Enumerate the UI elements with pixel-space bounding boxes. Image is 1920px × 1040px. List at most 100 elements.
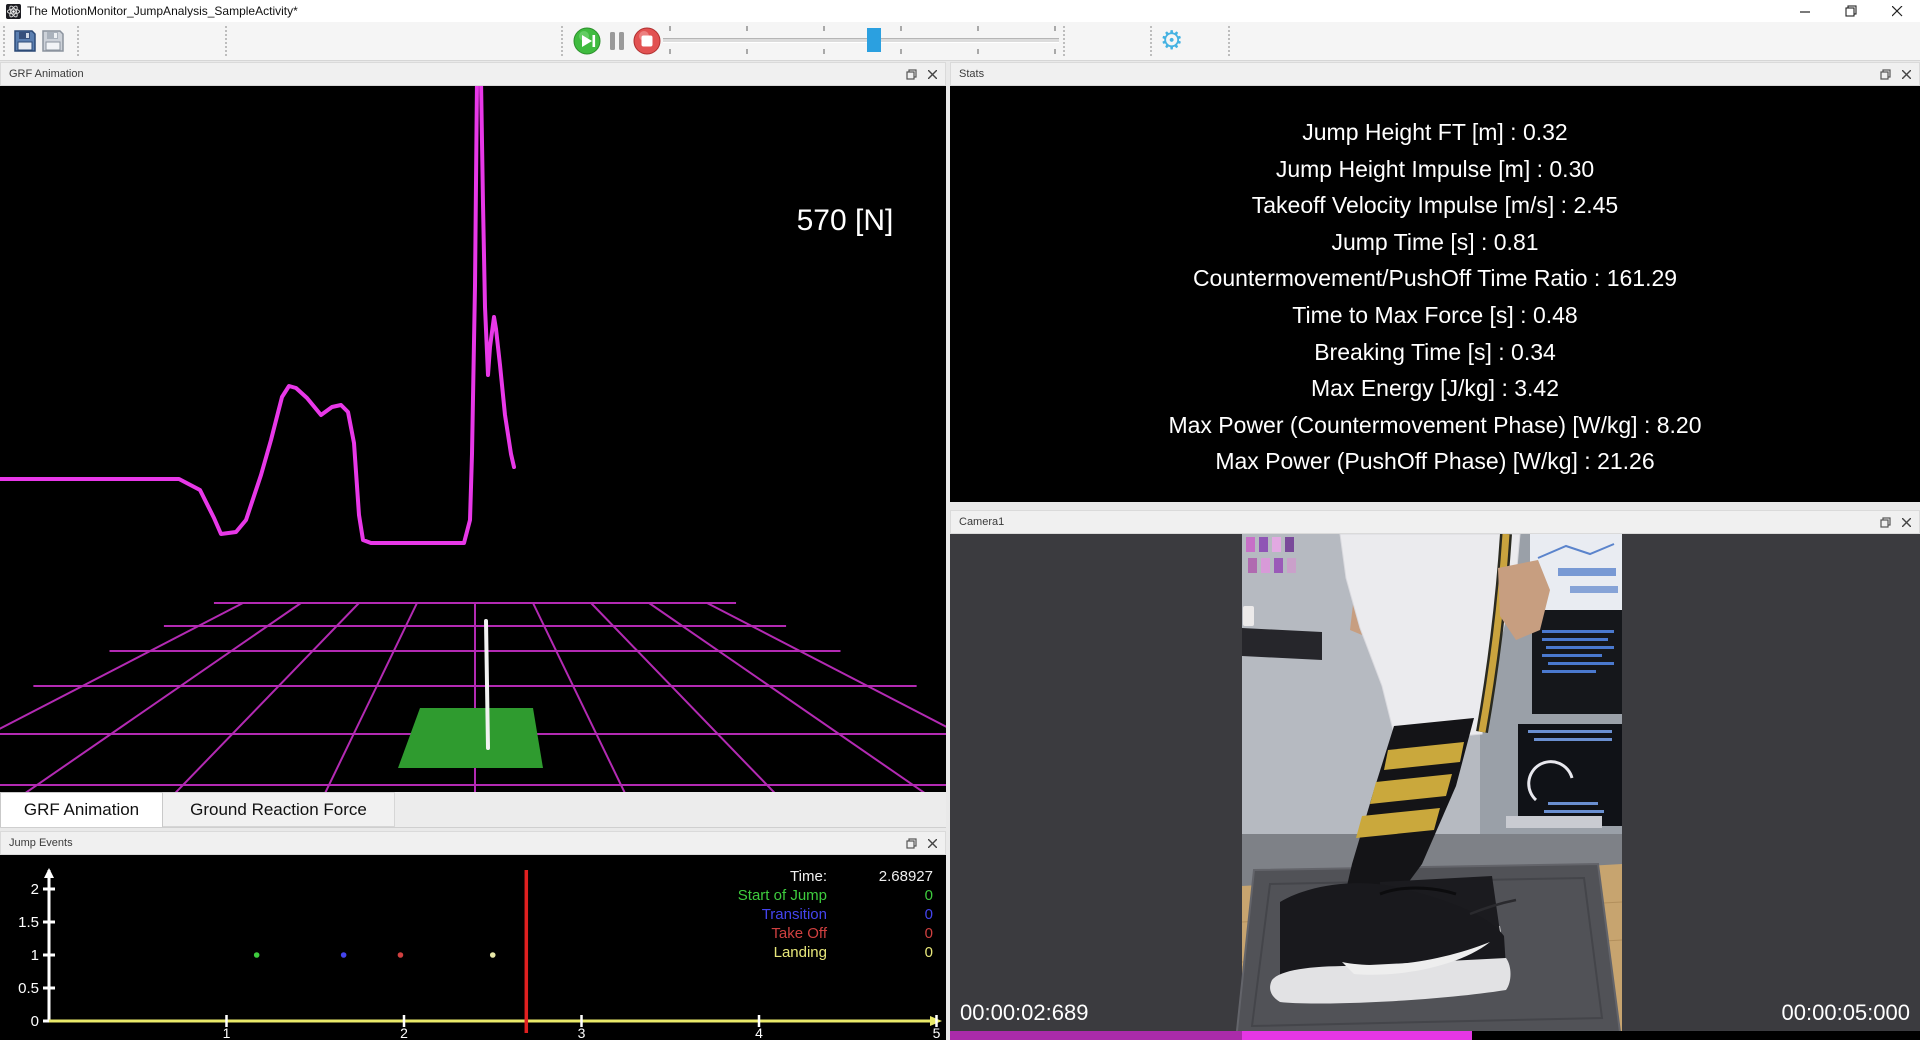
stats-line: Max Power (Countermovement Phase) [W/kg]… — [950, 407, 1920, 444]
toolbar-separator — [3, 26, 5, 56]
float-pane-icon[interactable] — [1879, 68, 1892, 81]
stats-panel-title: Stats — [959, 68, 984, 80]
jump-event-legend-row: Take Off0 — [738, 924, 933, 943]
pause-button[interactable] — [606, 30, 628, 52]
jump-events-legend: Time: 2.68927 Start of Jump0Transition0T… — [738, 867, 933, 962]
stats-line: Jump Height FT [m] : 0.32 — [950, 114, 1920, 151]
slider-tick — [900, 26, 902, 31]
svg-text:0.5: 0.5 — [18, 980, 39, 997]
toolbar: ⚙ — [0, 22, 1920, 61]
save-button[interactable] — [12, 28, 38, 54]
progress-segment — [1242, 1031, 1472, 1040]
grf-3d-view: 570 [N] — [0, 86, 946, 792]
slider-tick — [823, 26, 825, 31]
toolbar-separator — [1150, 26, 1152, 56]
svg-text:1: 1 — [223, 1025, 231, 1040]
slider-tick — [746, 26, 748, 31]
stats-line: Jump Time [s] : 0.81 — [950, 224, 1920, 261]
banner-base — [1506, 816, 1602, 828]
stats-line: Countermovement/PushOff Time Ratio : 161… — [950, 260, 1920, 297]
stats-panel-header: Stats — [950, 62, 1920, 86]
play-button[interactable] — [573, 27, 601, 55]
timeline-slider-track[interactable] — [663, 38, 1059, 43]
camera-view: 00:00:02:689 00:00:05:000 — [950, 534, 1920, 1040]
camera-video-frame — [950, 534, 1920, 1040]
svg-text:0: 0 — [31, 1013, 39, 1030]
table-edge — [1242, 628, 1322, 660]
slider-tick — [977, 49, 979, 54]
stats-list: Jump Height FT [m] : 0.32Jump Height Imp… — [950, 86, 1920, 480]
tab-grf-animation[interactable]: GRF Animation — [0, 792, 163, 827]
slider-tick — [1054, 26, 1056, 31]
time-value: 2.68927 — [827, 867, 933, 886]
event-label: Take Off — [771, 924, 827, 943]
event-count: 0 — [827, 886, 933, 905]
slider-tick — [669, 49, 671, 54]
stats-line: Jump Height Impulse [m] : 0.30 — [950, 151, 1920, 188]
slider-tick — [746, 49, 748, 54]
float-pane-icon[interactable] — [1879, 516, 1892, 529]
event-label: Landing — [774, 943, 827, 962]
timeline-slider-handle[interactable] — [867, 28, 881, 52]
stats-line: Takeoff Velocity Impulse [m/s] : 2.45 — [950, 187, 1920, 224]
stats-panel: Jump Height FT [m] : 0.32Jump Height Imp… — [950, 86, 1920, 502]
window-title: The MotionMonitor_JumpAnalysis_SampleAct… — [27, 4, 298, 18]
stats-line: Time to Max Force [s] : 0.48 — [950, 297, 1920, 334]
floppy-save-icon — [12, 28, 38, 54]
record-stop-icon — [633, 27, 661, 55]
slider-tick — [1054, 49, 1056, 54]
stats-line: Max Power (PushOff Phase) [W/kg] : 21.26 — [950, 443, 1920, 480]
camera-panel-title: Camera1 — [959, 516, 1004, 528]
jump-event-legend-row: Start of Jump0 — [738, 886, 933, 905]
cup — [1243, 606, 1254, 626]
event-count: 0 — [827, 905, 933, 924]
float-pane-icon[interactable] — [905, 837, 918, 850]
event-label: Transition — [762, 905, 827, 924]
jump-event-legend-row: Transition0 — [738, 905, 933, 924]
toolbar-separator — [1228, 26, 1230, 56]
close-button[interactable] — [1874, 0, 1920, 22]
grf-canvas — [0, 86, 946, 792]
view-tabbar: GRF Animation Ground Reaction Force — [0, 792, 946, 828]
toolbar-separator — [77, 26, 79, 56]
stats-line: Max Energy [J/kg] : 3.42 — [950, 370, 1920, 407]
event-count: 0 — [827, 924, 933, 943]
settings-button[interactable]: ⚙ — [1160, 28, 1183, 54]
title-bar: The MotionMonitor_JumpAnalysis_SampleAct… — [0, 0, 1920, 22]
svg-text:2: 2 — [31, 881, 39, 898]
svg-text:1.5: 1.5 — [18, 914, 39, 931]
minimize-button[interactable] — [1782, 0, 1828, 22]
force-value-label: 570 [N] — [760, 204, 930, 238]
slider-tick — [977, 26, 979, 31]
float-pane-icon[interactable] — [905, 68, 918, 81]
time-label: Time: — [790, 867, 827, 886]
stats-line: Breaking Time [s] : 0.34 — [950, 334, 1920, 371]
grf-panel-title: GRF Animation — [9, 68, 84, 80]
close-pane-icon[interactable] — [926, 68, 939, 81]
video-time-total: 00:00:05:000 — [1782, 1000, 1910, 1026]
tab-ground-reaction-force[interactable]: Ground Reaction Force — [163, 792, 395, 827]
grf-panel-header: GRF Animation — [0, 62, 946, 86]
slider-tick — [669, 26, 671, 31]
slider-tick — [823, 49, 825, 54]
restore-button[interactable] — [1828, 0, 1874, 22]
gear-icon: ⚙ — [1160, 28, 1183, 54]
jump-events-chart: 21.510.5012345 Time: 2.68927 Start of Ju… — [0, 855, 946, 1040]
video-time-current: 00:00:02:689 — [960, 1000, 1088, 1026]
time-row: Time: 2.68927 — [738, 867, 933, 886]
event-label: Start of Jump — [738, 886, 827, 905]
camera-video — [1236, 534, 1622, 1040]
jump-event-legend-row: Landing0 — [738, 943, 933, 962]
svg-text:1: 1 — [31, 947, 39, 964]
play-icon — [573, 27, 601, 55]
video-progress-bar[interactable] — [950, 1031, 1920, 1040]
record-button[interactable] — [633, 27, 661, 55]
close-pane-icon[interactable] — [926, 837, 939, 850]
pause-icon — [606, 30, 628, 52]
close-pane-icon[interactable] — [1900, 68, 1913, 81]
svg-text:5: 5 — [933, 1025, 941, 1040]
save-as-button[interactable] — [40, 28, 66, 54]
camera-panel-header: Camera1 — [950, 510, 1920, 534]
close-pane-icon[interactable] — [1900, 516, 1913, 529]
event-count: 0 — [827, 943, 933, 962]
